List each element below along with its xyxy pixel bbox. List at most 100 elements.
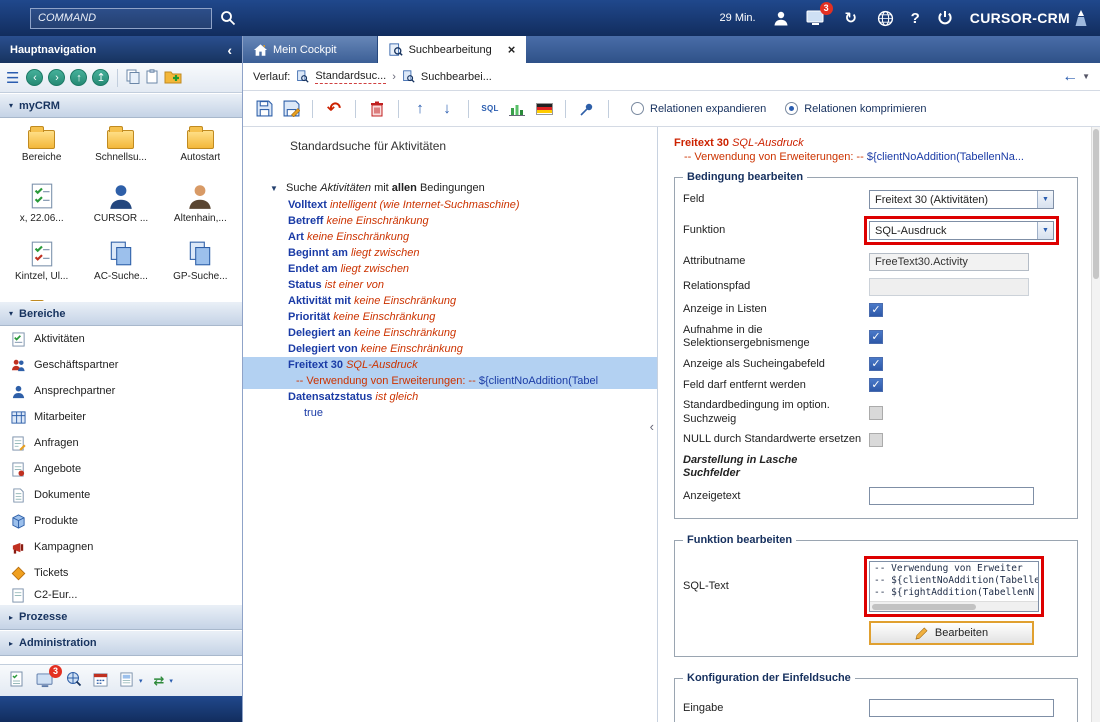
scrollbar-thumb[interactable] [872, 604, 976, 610]
sidebar-item-dokumente[interactable]: Dokumente [0, 482, 242, 508]
checkbox-anzeige-in-listen[interactable]: ✓ [869, 303, 883, 317]
checkbox-standardbedingung[interactable]: ✓ [869, 406, 883, 420]
section-header-mycrm[interactable]: ▾ myCRM [0, 93, 242, 118]
tree-item-art[interactable]: Art keine Einschränkung [243, 229, 657, 245]
caret-down-icon[interactable]: ▼ [270, 184, 278, 193]
mycrm-item-altenhain[interactable]: Altenhain,... [161, 182, 240, 240]
history-back-icon[interactable]: ← [1062, 68, 1078, 86]
dropdown-arrow-icon[interactable]: ▼ [1037, 191, 1053, 208]
sidebar-item-anfragen[interactable]: Anfragen [0, 430, 242, 456]
sidebar-item-mitarbeiter[interactable]: Mitarbeiter [0, 404, 242, 430]
mycrm-item-autostart[interactable]: Autostart [161, 124, 240, 182]
sidebar-item-ansprechpartner[interactable]: Ansprechpartner [0, 378, 242, 404]
nav-top-button[interactable]: ↥ [92, 69, 109, 86]
refresh-icon[interactable]: ↻ [841, 8, 861, 28]
add-folder-icon[interactable] [164, 69, 182, 87]
help-icon[interactable]: ? [911, 11, 920, 26]
checkbox-aufnahme-selektion[interactable]: ✓ [869, 330, 883, 344]
mycrm-item-ac-suche[interactable]: AC-Suche... [81, 240, 160, 298]
dropdown-arrow-icon[interactable]: ▼ [1037, 222, 1053, 239]
anzeigetext-input[interactable] [869, 487, 1034, 505]
nav-forward-button[interactable]: › [48, 69, 65, 86]
search-icon[interactable] [220, 10, 236, 26]
sync-icon[interactable]: ⇄ [154, 673, 165, 689]
tree-item-volltext[interactable]: Volltext intelligent (wie Internet-Suchm… [243, 197, 657, 213]
sidebar-item-kampagnen[interactable]: Kampagnen [0, 534, 242, 560]
section-header-bereiche[interactable]: ▾ Bereiche [0, 301, 242, 326]
mycrm-item-schnellsuche[interactable]: Schnellsu... [81, 124, 160, 182]
sql-icon[interactable]: SQL [481, 99, 499, 119]
globe-icon[interactable] [876, 8, 896, 28]
mycrm-item-kintzel[interactable]: Kintzel, Ul... [2, 240, 81, 298]
radio-relationen-expandieren[interactable]: Relationen expandieren [631, 102, 766, 115]
breadcrumb-item-suchbearbeitung[interactable]: Suchbearbei... [421, 71, 492, 83]
calendar-icon[interactable] [93, 672, 108, 690]
tree-item-freitext-30-selected[interactable]: Freitext 30 SQL-Ausdruck [243, 357, 657, 373]
tree-item-beginnt-am[interactable]: Beginnt am liegt zwischen [243, 245, 657, 261]
tree-root-node[interactable]: ▼ Suche Aktivitäten mit allen Bedingunge… [243, 180, 657, 197]
breadcrumb-item-standardsuche[interactable]: Standardsuc... [315, 70, 386, 84]
tree-item-aktivitaet-mit[interactable]: Aktivität mit keine Einschränkung [243, 293, 657, 309]
tree-item-sql-comment[interactable]: -- Verwendung von Erweiterungen: -- ${cl… [243, 373, 657, 389]
move-up-icon[interactable]: ↑ [411, 99, 429, 119]
mycrm-item-protokoll[interactable]: x, 22.06... [2, 182, 81, 240]
collapse-sidebar-icon[interactable]: ‹ [227, 42, 232, 58]
tree-item-endet-am[interactable]: Endet am liegt zwischen [243, 261, 657, 277]
tab-suchbearbeitung[interactable]: Suchbearbeitung × [378, 36, 527, 63]
tree-item-status[interactable]: Status ist einer von [243, 277, 657, 293]
sidebar-item-tickets[interactable]: Tickets [0, 560, 242, 586]
nav-back-button[interactable]: ‹ [26, 69, 43, 86]
mycrm-item-bereiche[interactable]: Bereiche [2, 124, 81, 182]
undo-icon[interactable]: ↶ [325, 99, 343, 119]
workstation-icon[interactable]: 3 [35, 671, 55, 691]
sidebar-item-geschaeftspartner[interactable]: Geschäftspartner [0, 352, 242, 378]
checkbox-anzeige-sucheingabefeld[interactable]: ✓ [869, 357, 883, 371]
workstation-icon[interactable]: 3 [806, 8, 826, 28]
save-as-icon[interactable] [282, 99, 300, 119]
menu-icon[interactable]: ☰ [6, 69, 19, 87]
move-down-icon[interactable]: ↓ [438, 99, 456, 119]
protocol-icon[interactable] [9, 671, 24, 690]
caret-down-icon[interactable]: ▾ [169, 677, 173, 685]
tree-item-delegiert-von[interactable]: Delegiert von keine Einschränkung [243, 341, 657, 357]
sidebar-item-c2[interactable]: C2-Eur... [0, 586, 242, 604]
logout-icon[interactable] [935, 8, 955, 28]
vertical-scrollbar[interactable] [1091, 127, 1100, 722]
tree-item-datensatzstatus[interactable]: Datensatzstatus ist gleich [243, 389, 657, 405]
tree-item-betreff[interactable]: Betreff keine Einschränkung [243, 213, 657, 229]
chart-icon[interactable] [508, 99, 526, 119]
command-input[interactable] [30, 8, 212, 29]
sidebar-item-angebote[interactable]: Angebote [0, 456, 242, 482]
horizontal-scrollbar[interactable] [870, 601, 1038, 611]
user-icon[interactable] [771, 8, 791, 28]
feld-select[interactable]: Freitext 30 (Aktivitäten) ▼ [869, 190, 1054, 209]
tree-item-delegiert-an[interactable]: Delegiert an keine Einschränkung [243, 325, 657, 341]
checkbox-feld-entfernt[interactable]: ✓ [869, 378, 883, 392]
sidebar-item-produkte[interactable]: Produkte [0, 508, 242, 534]
nav-up-button[interactable]: ↑ [70, 69, 87, 86]
section-header-administration[interactable]: ▸ Administration [0, 630, 242, 656]
language-flag-icon[interactable] [535, 99, 553, 119]
radio-relationen-komprimieren[interactable]: Relationen komprimieren [785, 102, 926, 115]
web-search-icon[interactable] [66, 671, 82, 690]
sidebar-item-aktivitaeten[interactable]: Aktivitäten [0, 326, 242, 352]
relationspfad-input[interactable] [869, 278, 1029, 296]
tree-item-prioritaet[interactable]: Priorität keine Einschränkung [243, 309, 657, 325]
tab-mein-cockpit[interactable]: Mein Cockpit [243, 36, 378, 63]
eingabe-input[interactable] [869, 699, 1054, 717]
scrollbar-thumb[interactable] [1093, 129, 1099, 279]
bearbeiten-button[interactable]: Bearbeiten [869, 621, 1034, 645]
collapse-panel-icon[interactable]: ‹ [650, 419, 654, 434]
paste-icon[interactable] [145, 69, 159, 87]
close-icon[interactable]: × [508, 42, 516, 57]
mycrm-item-gp-suche[interactable]: GP-Suche... [161, 240, 240, 298]
caret-down-icon[interactable]: ▾ [139, 677, 143, 685]
section-header-prozesse[interactable]: ▸ Prozesse [0, 604, 242, 630]
caret-down-icon[interactable]: ▼ [1082, 72, 1090, 81]
pin-icon[interactable] [578, 99, 596, 119]
save-icon[interactable] [255, 99, 273, 119]
checkbox-null-standardwerte[interactable]: ✓ [869, 433, 883, 447]
mycrm-item-cursor[interactable]: CURSOR ... [81, 182, 160, 240]
funktion-select[interactable]: SQL-Ausdruck ▼ [869, 221, 1054, 240]
report-icon[interactable] [119, 672, 134, 690]
